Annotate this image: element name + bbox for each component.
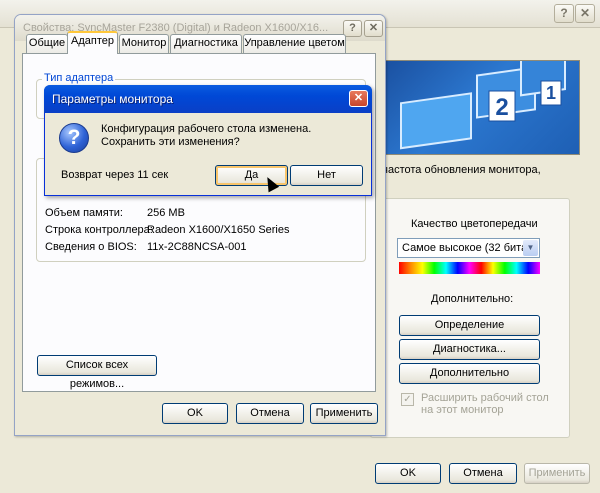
- tab-color-management[interactable]: Управление цветом: [243, 34, 346, 53]
- adapter-type-label: Тип адаптера: [42, 72, 116, 84]
- extend-desktop-checkbox[interactable]: ✓: [401, 393, 414, 406]
- display-ok-button[interactable]: OK: [375, 463, 441, 484]
- no-button[interactable]: Нет: [290, 165, 363, 186]
- advanced-button[interactable]: Дополнительно: [399, 363, 540, 384]
- bios-label: Сведения о BIOS:: [45, 241, 137, 253]
- adapter-apply-button[interactable]: Применить: [310, 403, 378, 424]
- controller-value: Radeon X1600/X1650 Series: [147, 224, 290, 236]
- tab-monitor[interactable]: Монитор: [119, 34, 169, 53]
- memory-value: 256 MB: [147, 207, 185, 219]
- color-spectrum-bar: [399, 262, 540, 274]
- monitor-2-badge: 2: [495, 94, 508, 121]
- extend-desktop-label-line1: Расширить рабочий стол: [421, 392, 549, 404]
- identify-button[interactable]: Определение: [399, 315, 540, 336]
- dialog-titlebar: Параметры монитора ✕: [44, 85, 372, 113]
- color-quality-label: Качество цветопередачи: [411, 218, 538, 230]
- tab-general[interactable]: Общие: [26, 34, 68, 53]
- close-icon[interactable]: ✕: [575, 4, 595, 23]
- question-icon: ?: [59, 123, 89, 153]
- extend-desktop-label-line2: на этот монитор: [421, 404, 504, 416]
- dialog-countdown: Возврат через 11 сек: [61, 169, 169, 181]
- display-apply-button[interactable]: Применить: [524, 463, 590, 484]
- adapter-cancel-button[interactable]: Отмена: [236, 403, 304, 424]
- tab-diagnostics[interactable]: Диагностика: [170, 34, 242, 53]
- monitor-preview: 2 1: [380, 51, 580, 155]
- controller-label: Строка контроллера:: [45, 224, 153, 236]
- help-icon[interactable]: ?: [343, 20, 362, 37]
- chevron-down-icon[interactable]: ▼: [523, 240, 538, 256]
- color-quality-value: Самое высокое (32 бита): [402, 242, 531, 254]
- tab-adapter[interactable]: Адаптер: [67, 31, 118, 54]
- color-quality-select[interactable]: Самое высокое (32 бита) ▼: [397, 238, 540, 258]
- bios-value: 11x-2C88NCSA-001: [147, 241, 247, 253]
- advanced-label: Дополнительно:: [431, 293, 514, 305]
- diagnostics-button[interactable]: Диагностика...: [399, 339, 540, 360]
- close-icon[interactable]: ✕: [349, 90, 368, 107]
- monitor-settings-dialog: Параметры монитора ✕ ? Конфигурация рабо…: [44, 85, 372, 196]
- settings-description: и, частота обновления монитора,: [370, 164, 541, 176]
- dialog-message: Конфигурация рабочего стола изменена. Со…: [101, 123, 312, 148]
- display-cancel-button[interactable]: Отмена: [449, 463, 517, 484]
- dialog-title: Параметры монитора: [52, 92, 173, 106]
- monitor-1-badge: 1: [546, 83, 556, 103]
- help-icon[interactable]: ?: [554, 4, 574, 23]
- adapter-ok-button[interactable]: OK: [162, 403, 228, 424]
- memory-label: Объем памяти:: [45, 207, 123, 219]
- list-all-modes-button[interactable]: Список всех режимов...: [37, 355, 157, 390]
- extend-desktop-label: Расширить рабочий стол на этот монитор: [421, 392, 549, 416]
- close-icon[interactable]: ✕: [364, 20, 383, 37]
